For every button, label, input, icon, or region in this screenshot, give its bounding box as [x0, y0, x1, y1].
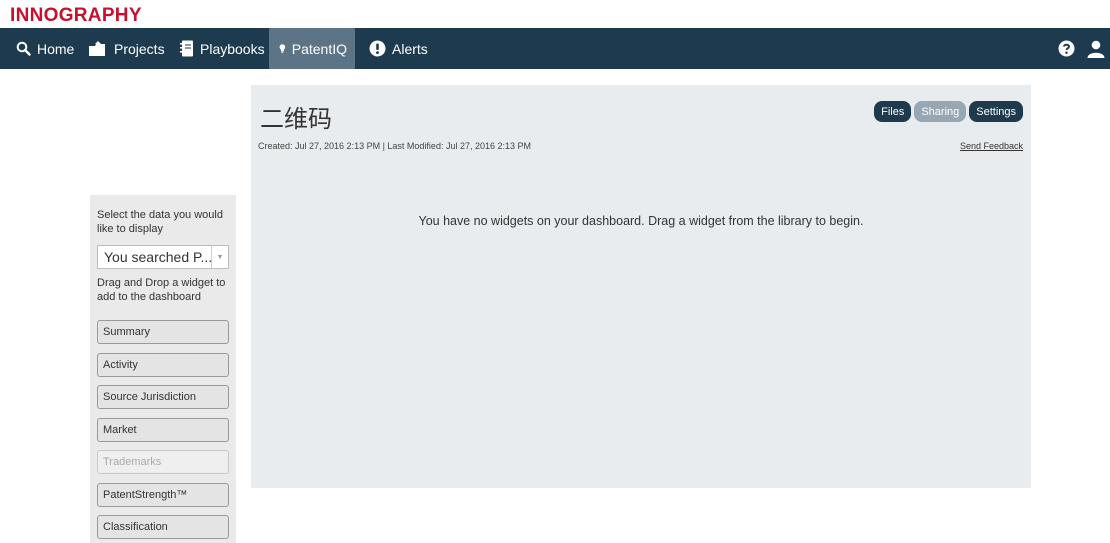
nav-home[interactable]: Home [8, 28, 82, 69]
drag-drop-prompt: Drag and Drop a widget to add to the das… [97, 277, 226, 303]
dashboard-meta: Created: Jul 27, 2016 2:13 PM | Last Mod… [258, 141, 532, 151]
data-source-select[interactable]: You searched P... ▼ [97, 245, 229, 269]
settings-button[interactable]: Settings [969, 101, 1023, 122]
nav-projects[interactable]: Projects [80, 28, 173, 69]
widget-market[interactable]: Market [97, 418, 229, 442]
playbook-icon [180, 40, 193, 57]
brand-bar: INNOGRAPHY [0, 0, 1110, 28]
dashboard-panel: 二维码 Files Sharing Settings Created: Jul … [251, 85, 1031, 488]
widget-patentstrength[interactable]: PatentStrength™ [97, 483, 229, 507]
widget-source-jurisdiction[interactable]: Source Jurisdiction [97, 385, 229, 409]
widget-library: Select the data you would like to displa… [90, 195, 236, 543]
dashboard-actions: Files Sharing Settings [874, 101, 1023, 122]
help-icon [1058, 40, 1075, 57]
help-button[interactable] [1058, 28, 1075, 69]
widget-activity[interactable]: Activity [97, 353, 229, 377]
files-button[interactable]: Files [874, 101, 912, 122]
nav-patentiq-label: PatentIQ [291, 40, 347, 57]
search-icon [16, 41, 31, 56]
lightbulb-icon [279, 44, 286, 54]
select-data-prompt: Select the data you would like to displa… [97, 209, 223, 235]
brand-logo[interactable]: INNOGRAPHY [10, 5, 142, 27]
widget-classification[interactable]: Classification [97, 515, 229, 539]
user-icon [1087, 40, 1105, 58]
widget-summary[interactable]: Summary [97, 320, 229, 344]
top-nav: Home Projects Playbooks PatentIQ Alerts [0, 28, 1110, 69]
widget-trademarks: Trademarks [97, 450, 229, 474]
sharing-button[interactable]: Sharing [914, 101, 967, 122]
nav-patentiq[interactable]: PatentIQ [269, 28, 355, 69]
nav-projects-label: Projects [114, 40, 165, 57]
nav-alerts[interactable]: Alerts [361, 28, 436, 69]
dashboard-title: 二维码 [260, 105, 332, 133]
dropdown-arrow-icon: ▼ [211, 246, 228, 268]
data-source-value: You searched P... [104, 249, 211, 265]
empty-dashboard-message: You have no widgets on your dashboard. D… [418, 214, 864, 228]
nav-alerts-label: Alerts [392, 40, 428, 57]
send-feedback-link[interactable]: Send Feedback [960, 141, 1023, 151]
user-menu[interactable] [1087, 28, 1105, 69]
nav-home-label: Home [37, 40, 75, 57]
alert-icon [369, 40, 386, 57]
nav-playbooks-label: Playbooks [200, 40, 265, 57]
nav-playbooks[interactable]: Playbooks [172, 28, 273, 69]
projects-icon [89, 40, 105, 56]
